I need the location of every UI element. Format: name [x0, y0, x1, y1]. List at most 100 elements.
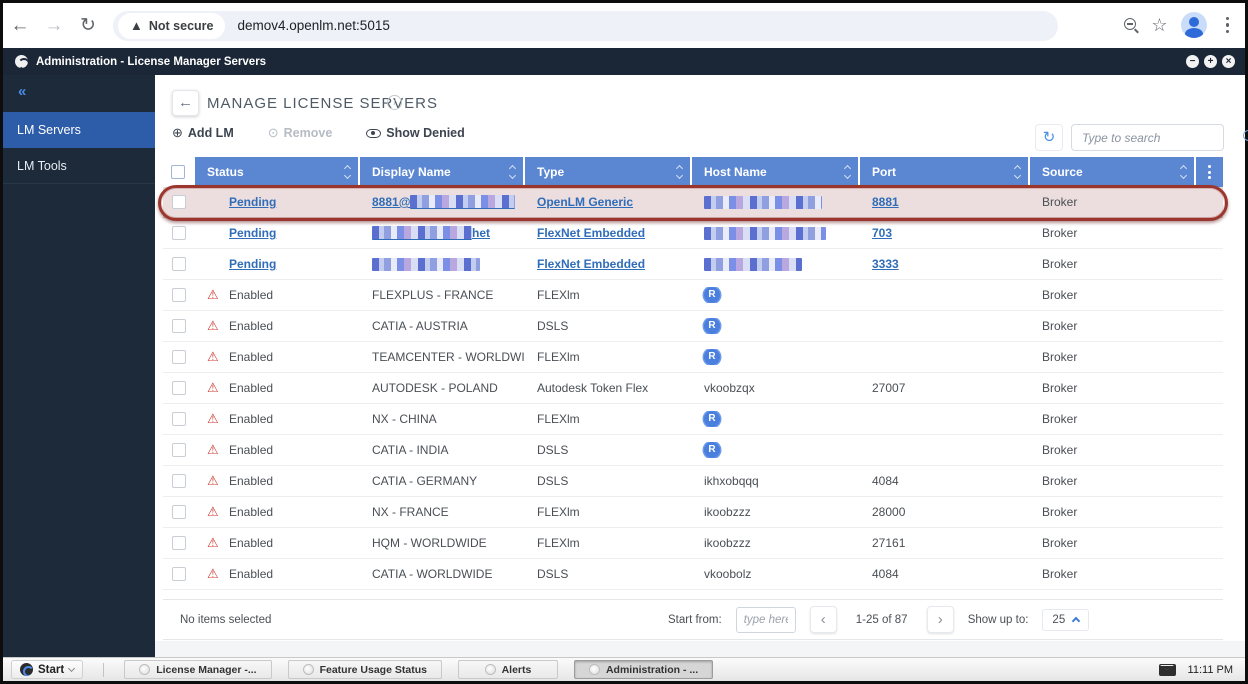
- row-checkbox[interactable]: [172, 567, 186, 581]
- source-text: Broker: [1042, 443, 1077, 457]
- taskbar-divider: [103, 663, 104, 677]
- cell-type: FlexNet Embedded: [525, 257, 692, 271]
- table-row[interactable]: ⚠EnabledFLEXPLUS - FRANCEFLEXlmRBroker: [163, 280, 1223, 311]
- chevron-up-icon: [1072, 617, 1080, 625]
- column-menu-icon[interactable]: [1196, 157, 1223, 187]
- taskbar-item-feature-usage-status[interactable]: Feature Usage Status: [288, 660, 442, 679]
- cell-type: OpenLM Generic: [525, 195, 692, 209]
- bookmark-star-icon[interactable]: ☆: [1151, 15, 1167, 36]
- table-body: Pending 8881@ OpenLM Generic 8881 Broker Pend…: [163, 187, 1223, 590]
- row-checkbox[interactable]: [172, 319, 186, 333]
- reload-icon[interactable]: ↻: [71, 14, 105, 37]
- table-row[interactable]: ⚠EnabledHQM - WORLDWIDEFLEXlmikoobzzz271…: [163, 528, 1223, 559]
- select-all-checkbox[interactable]: [171, 165, 185, 179]
- row-checkbox[interactable]: [172, 381, 186, 395]
- display-name-suffix[interactable]: het: [472, 226, 490, 240]
- info-icon[interactable]: i: [387, 95, 402, 110]
- cell-type: FLEXlm: [525, 412, 692, 426]
- start-from-input[interactable]: [736, 607, 796, 633]
- source-text: Broker: [1042, 474, 1077, 488]
- status-text: Enabled: [229, 381, 273, 395]
- cell-status: Pending: [195, 226, 360, 240]
- table-row[interactable]: ⚠EnabledAUTODESK - POLANDAutodesk Token …: [163, 373, 1223, 404]
- table-row[interactable]: ⚠EnabledCATIA - WORLDWIDEDSLSvkoobolz408…: [163, 559, 1223, 590]
- table-row[interactable]: ⚠EnabledTEAMCENTER - WORLDWIDEFLEXlmRBro…: [163, 342, 1223, 373]
- row-checkbox[interactable]: [172, 474, 186, 488]
- prev-page-button[interactable]: ‹: [810, 606, 837, 633]
- row-checkbox[interactable]: [172, 257, 186, 271]
- start-button[interactable]: Start: [11, 660, 83, 679]
- taskbar-item-administration[interactable]: Administration - ...: [574, 660, 713, 679]
- minimize-button[interactable]: −: [1186, 55, 1199, 68]
- type-text[interactable]: FlexNet Embedded: [537, 226, 645, 240]
- next-page-button[interactable]: ›: [927, 606, 954, 633]
- status-text[interactable]: Pending: [229, 257, 276, 271]
- port-text[interactable]: 703: [872, 226, 892, 240]
- row-checkbox[interactable]: [172, 412, 186, 426]
- cell-display-name: [360, 258, 525, 271]
- sidebar-collapse-icon[interactable]: «: [3, 75, 155, 100]
- column-header-host-name[interactable]: Host Name: [692, 157, 860, 187]
- row-checkbox[interactable]: [172, 443, 186, 457]
- page-size-dropdown[interactable]: 25: [1042, 609, 1089, 631]
- host-name-text: ikoobzzz: [704, 536, 751, 550]
- column-header-source[interactable]: Source: [1030, 157, 1196, 187]
- row-checkbox-cell: [163, 381, 195, 395]
- row-checkbox-cell: [163, 226, 195, 240]
- add-lm-button[interactable]: ⊕ Add LM: [172, 125, 234, 141]
- forward-icon[interactable]: →: [37, 15, 71, 37]
- port-text[interactable]: 3333: [872, 257, 899, 271]
- show-denied-button[interactable]: Show Denied: [366, 126, 464, 140]
- remove-button[interactable]: ⊙ Remove: [268, 125, 333, 141]
- row-checkbox[interactable]: [172, 288, 186, 302]
- status-text[interactable]: Pending: [229, 195, 276, 209]
- close-button[interactable]: ×: [1222, 55, 1235, 68]
- table-row[interactable]: ⚠EnabledCATIA - AUSTRIADSLSRBroker: [163, 311, 1223, 342]
- browser-toolbar: ← → ↻ ▲ Not secure demov4.openlm.net:501…: [3, 3, 1245, 48]
- search-input[interactable]: [1072, 131, 1243, 145]
- warning-icon: ⚠: [207, 349, 229, 365]
- table-row[interactable]: ⚠EnabledCATIA - INDIADSLSRBroker: [163, 435, 1223, 466]
- row-checkbox[interactable]: [172, 195, 186, 209]
- maximize-button[interactable]: +: [1204, 55, 1217, 68]
- warning-icon: ⚠: [207, 566, 229, 582]
- display-name-prefix[interactable]: 8881@: [372, 195, 410, 209]
- mail-icon[interactable]: [1159, 664, 1176, 676]
- row-checkbox[interactable]: [172, 536, 186, 550]
- sidebar-item-lm-tools[interactable]: LM Tools: [3, 148, 155, 184]
- taskbar-item-license-manager[interactable]: License Manager -...: [124, 660, 271, 679]
- table-row[interactable]: ⚠EnabledCATIA - GERMANYDSLSikhxobqqq4084…: [163, 466, 1223, 497]
- column-header-type[interactable]: Type: [525, 157, 692, 187]
- table-row[interactable]: PendingFlexNet Embedded3333Broker: [163, 249, 1223, 280]
- address-bar[interactable]: ▲ Not secure demov4.openlm.net:5015: [113, 11, 1058, 41]
- cell-display-name: HQM - WORLDWIDE: [360, 536, 525, 550]
- port-text[interactable]: 8881: [872, 195, 899, 209]
- taskbar-item-alerts[interactable]: Alerts: [458, 660, 558, 679]
- profile-avatar[interactable]: [1181, 12, 1207, 38]
- browser-menu-icon[interactable]: [1220, 15, 1236, 36]
- back-icon[interactable]: ←: [3, 15, 37, 37]
- refresh-button[interactable]: ↻: [1035, 124, 1063, 151]
- type-text[interactable]: OpenLM Generic: [537, 195, 633, 209]
- sidebar-item-lm-servers[interactable]: LM Servers: [3, 112, 155, 148]
- table-row[interactable]: PendinghetFlexNet Embedded703Broker: [163, 218, 1223, 249]
- page-back-button[interactable]: ←: [172, 90, 199, 116]
- start-logo-icon: [20, 663, 33, 676]
- column-header-display-name[interactable]: Display Name: [360, 157, 525, 187]
- status-text[interactable]: Pending: [229, 226, 276, 240]
- zoom-icon[interactable]: [1124, 18, 1138, 32]
- type-text[interactable]: FlexNet Embedded: [537, 257, 645, 271]
- row-checkbox[interactable]: [172, 226, 186, 240]
- row-checkbox[interactable]: [172, 505, 186, 519]
- cell-source: Broker: [1030, 474, 1196, 488]
- port-text: 4084: [872, 474, 899, 488]
- table-row[interactable]: ⚠EnabledNX - CHINAFLEXlmRBroker: [163, 404, 1223, 435]
- row-checkbox[interactable]: [172, 350, 186, 364]
- table-row[interactable]: Pending8881@OpenLM Generic8881Broker: [163, 187, 1223, 218]
- security-chip[interactable]: ▲ Not secure: [118, 13, 225, 39]
- pagination-range: 1-25 of 87: [851, 614, 913, 626]
- column-header-port[interactable]: Port: [860, 157, 1030, 187]
- column-header-status[interactable]: Status: [195, 157, 360, 187]
- table-row[interactable]: ⚠EnabledNX - FRANCEFLEXlmikoobzzz28000Br…: [163, 497, 1223, 528]
- cell-display-name: TEAMCENTER - WORLDWIDE: [360, 350, 525, 364]
